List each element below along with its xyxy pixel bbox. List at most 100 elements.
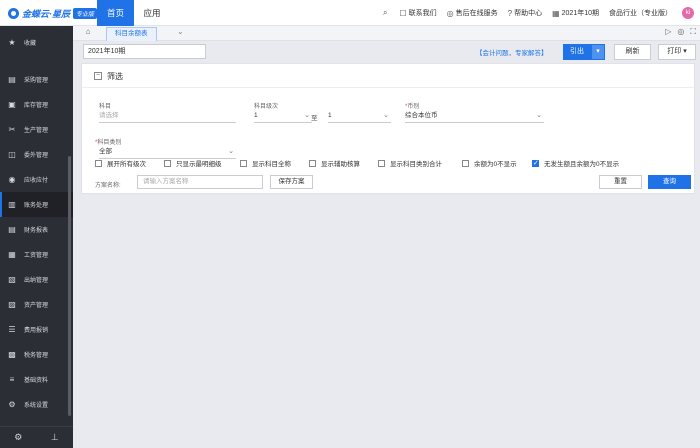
export-dropdown-button[interactable]: ▾ (591, 44, 605, 60)
sidebar-footer: ⚙ ⊥ (0, 426, 73, 448)
level-from-value: 1 (254, 112, 258, 119)
service-icon: ◎ (446, 8, 454, 18)
subject-label: 科目 (99, 104, 112, 110)
sidebar-item-inventory[interactable]: ▣ 库存管理 (0, 92, 73, 117)
asset-icon: ▨ (8, 300, 16, 309)
avatar[interactable]: ki (682, 7, 694, 19)
sidebar-item-label: 基础资料 (24, 378, 49, 384)
account-set-selector[interactable]: 食品行业（专业版） (609, 8, 672, 18)
export-button[interactable]: 引出 (563, 44, 591, 60)
nav-home-tab[interactable]: 首页 (97, 0, 134, 26)
app-logo[interactable]: 金蝶云·星辰 专业版 (8, 6, 98, 20)
filter-panel: − 筛选 科目 请选择 科目级次 1 ⌄ 至 1 ⌄ *币别 综合本位币 ⌄ *… (81, 63, 695, 194)
print-label: 打印 (667, 48, 682, 55)
sidebar-item-label: 账务处理 (24, 203, 49, 209)
sidebar-item-expenses[interactable]: ☰ 费用报销 (0, 317, 73, 342)
box-icon: ▣ (8, 100, 16, 109)
tools-icon: ✂ (8, 125, 16, 134)
sidebar-item-outsourcing[interactable]: ◫ 委外管理 (0, 142, 73, 167)
help-center-link[interactable]: ? 帮助中心 (508, 8, 542, 18)
currency-value: 综合本位币 (405, 112, 438, 119)
chevron-down-icon: ⌄ (383, 112, 389, 119)
sidebar-item-payroll[interactable]: ▦ 工资管理 (0, 242, 73, 267)
checkbox-hide-zero-balance[interactable]: 余额为0不显示 (462, 158, 517, 168)
category-value: 全部 (99, 148, 112, 155)
sidebar-scrollbar[interactable] (68, 156, 71, 416)
sidebar-item-favorites[interactable]: ★ 收藏 (0, 30, 73, 55)
level-to-select[interactable]: 1 ⌄ (328, 110, 391, 123)
checkbox-category-total[interactable]: 显示科目类别合计 (378, 158, 442, 168)
sidebar-item-receivables[interactable]: ◉ 应收应付 (0, 167, 73, 192)
level-to-label: 至 (311, 115, 318, 122)
sidebar-item-label: 委外管理 (24, 153, 49, 159)
sidebar-item-accounting[interactable]: ▥ 账务处理 (0, 192, 73, 217)
save-scheme-button[interactable]: 保存方案 (270, 175, 313, 189)
sidebar-item-basic-data[interactable]: ≡ 基础资料 (0, 367, 73, 392)
search-button[interactable]: ⌕ (383, 8, 389, 18)
sidebar-item-label: 系统设置 (24, 403, 49, 409)
collapse-icon[interactable]: − (94, 72, 102, 80)
tab-subject-balance[interactable]: 科目余额表 (106, 27, 157, 41)
refresh-button[interactable]: 刷新 (614, 44, 651, 60)
chevron-down-icon: ▾ (683, 48, 687, 55)
gear-icon[interactable]: ⚙ (14, 432, 22, 443)
checkbox-auxiliary[interactable]: 显示辅助核算 (309, 158, 360, 168)
expert-help-link[interactable]: 【会计问题，专家解答】 (476, 47, 548, 57)
sidebar-item-tax[interactable]: ▩ 税务管理 (0, 342, 73, 367)
chevron-down-icon: ⌄ (228, 148, 234, 155)
sidebar-item-label: 财务报表 (24, 228, 49, 234)
sidebar-item-label: 资产管理 (24, 303, 49, 309)
query-button[interactable]: 查询 (648, 175, 691, 189)
chevron-down-icon[interactable]: ⌄ (177, 27, 184, 36)
sidebar-item-assets[interactable]: ▨ 资产管理 (0, 292, 73, 317)
home-icon[interactable]: ⌂ (79, 27, 97, 40)
checkbox-detail-only[interactable]: 只显示最明细级 (164, 158, 222, 168)
sidebar-item-system-settings[interactable]: ⚙ 系统设置 (0, 392, 73, 417)
fullscreen-icon[interactable]: ⛶ (690, 27, 696, 37)
sidebar-item-financial-reports[interactable]: ▤ 财务报表 (0, 217, 73, 242)
pin-icon[interactable]: ⊥ (51, 432, 59, 443)
edition-badge: 专业版 (73, 7, 98, 19)
search-icon: ⌕ (382, 8, 388, 17)
cart-icon: ▤ (8, 75, 16, 84)
sidebar-item-production[interactable]: ✂ 生产管理 (0, 117, 73, 142)
currency-select[interactable]: 综合本位币 ⌄ (405, 110, 544, 123)
sidebar-item-cashier[interactable]: ▧ 出纳管理 (0, 267, 73, 292)
nav-apps-tab[interactable]: 应用 (134, 0, 170, 26)
top-bar: 金蝶云·星辰 专业版 首页 应用 ⌕ ☐ 联系我们 ◎ 售后在线服务 ? 帮助中… (0, 0, 700, 26)
category-label: *科目类别 (95, 140, 122, 146)
account-set-label: 食品行业（专业版） (609, 10, 672, 17)
payment-icon: ◉ (8, 175, 16, 184)
contact-us-label: 联系我们 (408, 10, 437, 17)
period-input[interactable]: 2021年10期 (83, 44, 206, 59)
play-icon[interactable]: ▷ (665, 27, 671, 37)
top-right-actions: ⌕ ☐ 联系我们 ◎ 售后在线服务 ? 帮助中心 ▦ 2021年10期 食品行业… (383, 0, 700, 26)
level-from-select[interactable]: 1 ⌄ (254, 110, 312, 123)
sidebar-item-label: 出纳管理 (24, 278, 49, 284)
help-center-label: 帮助中心 (514, 10, 543, 17)
ledger-icon: ▥ (8, 200, 16, 209)
scheme-name-input[interactable]: 请输入方案名称 (137, 175, 263, 189)
checkbox-hide-no-activity[interactable]: 无发生额且余额为0不显示 (532, 158, 619, 168)
print-button[interactable]: 打印 ▾ (658, 44, 696, 60)
period-selector[interactable]: ▦ 2021年10期 (552, 8, 599, 18)
checkbox-full-name[interactable]: 显示科目全称 (240, 158, 291, 168)
settings-icon: ⚙ (8, 400, 16, 409)
level-label: 科目级次 (254, 104, 279, 110)
contact-us-link[interactable]: ☐ 联系我们 (399, 8, 436, 18)
logo-icon (8, 7, 19, 19)
subject-select[interactable]: 请选择 (99, 110, 236, 123)
filter-title: 筛选 (107, 72, 123, 81)
target-icon[interactable]: ◎ (677, 27, 684, 37)
tax-icon: ▩ (8, 350, 16, 359)
report-toolbar: 2021年10期 【会计问题，专家解答】 引出 ▾ 刷新 打印 ▾ (73, 41, 700, 63)
chevron-down-icon: ⌄ (536, 112, 542, 119)
sidebar-item-purchase[interactable]: ▤ 采购管理 (0, 67, 73, 92)
star-icon: ★ (8, 38, 16, 47)
online-service-link[interactable]: ◎ 售后在线服务 (447, 8, 498, 18)
reset-button[interactable]: 重置 (599, 175, 642, 189)
sidebar-item-label: 税务管理 (24, 353, 49, 359)
salary-icon: ▦ (8, 250, 16, 259)
sidebar-item-label: 生产管理 (24, 128, 49, 134)
checkbox-expand-all-levels[interactable]: 展开所有级次 (95, 158, 146, 168)
